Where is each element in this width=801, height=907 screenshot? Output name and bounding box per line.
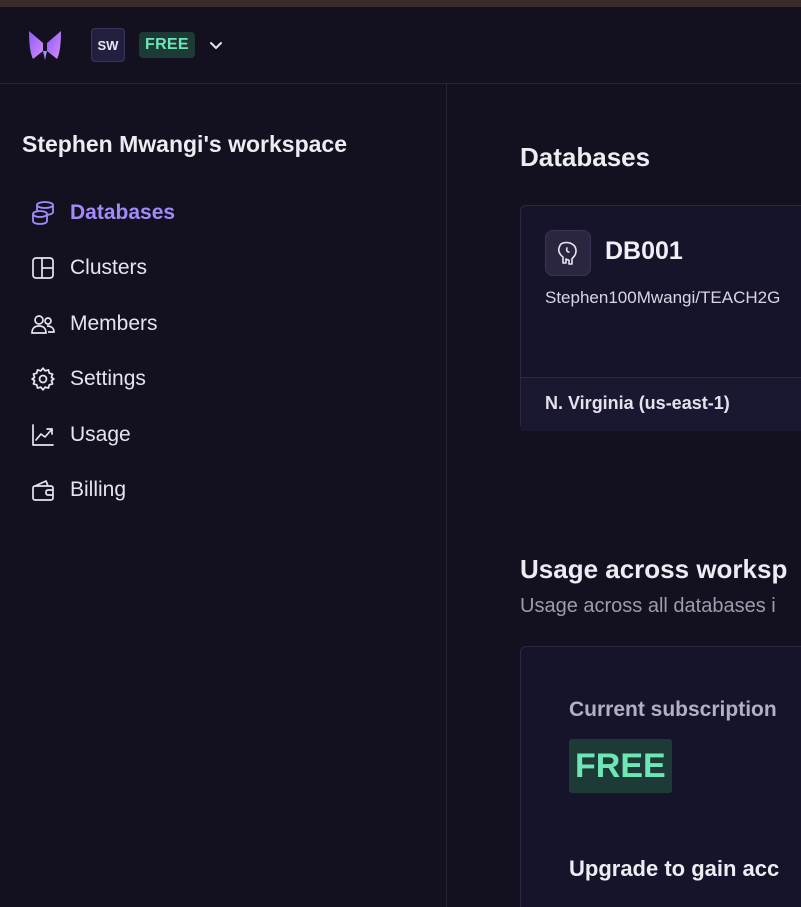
sidebar-item-databases[interactable]: Databases [30,197,175,229]
usage-subtitle: Usage across all databases i [520,595,776,617]
postgres-elephant-icon [545,230,591,276]
main-content: Databases DB001 Stephen100Mwangi/TEACH2G… [448,84,801,907]
workspace-title: Stephen Mwangi's workspace [22,131,347,157]
sidebar: Stephen Mwangi's workspace Databases Clu… [0,84,447,907]
sidebar-item-usage[interactable]: Usage [30,419,131,451]
sidebar-item-settings[interactable]: Settings [30,363,146,395]
databases-heading: Databases [520,142,651,172]
sidebar-item-clusters[interactable]: Clusters [30,252,147,284]
database-region: N. Virginia (us-east-1) [545,393,730,413]
window-top-strip [0,0,801,7]
upgrade-text: Upgrade to gain acc [569,856,780,881]
sidebar-item-members[interactable]: Members [30,308,158,340]
chevron-down-icon[interactable] [208,38,224,54]
workspace-avatar[interactable]: SW [91,28,125,62]
sidebar-item-billing[interactable]: Billing [30,474,126,506]
current-subscription-label: Current subscription [569,698,777,721]
database-name[interactable]: DB001 [605,237,683,266]
sidebar-item-label: Members [70,312,158,335]
sidebar-item-label: Billing [70,478,127,501]
usage-heading: Usage across worksp [520,554,788,584]
subscription-plan-badge: FREE [569,739,672,793]
top-bar: SW FREE [0,7,801,84]
sidebar-item-label: Settings [70,367,146,390]
clusters-icon [30,255,56,281]
members-icon [30,311,56,337]
usage-card: Current subscription FREE Upgrade to gai… [520,646,801,907]
gear-icon [30,366,56,392]
database-icon [30,200,56,226]
sidebar-item-label: Clusters [70,256,148,279]
database-card[interactable]: DB001 Stephen100Mwangi/TEACH2G N. Virgin… [520,205,801,431]
app-logo-icon[interactable] [27,29,63,63]
sidebar-item-label: Usage [70,423,131,446]
wallet-icon [30,477,56,503]
database-card-footer: N. Virginia (us-east-1) [521,377,801,431]
plan-badge: FREE [139,32,195,58]
database-path: Stephen100Mwangi/TEACH2G [545,288,781,307]
chart-icon [30,422,56,448]
sidebar-item-label: Databases [70,201,176,224]
